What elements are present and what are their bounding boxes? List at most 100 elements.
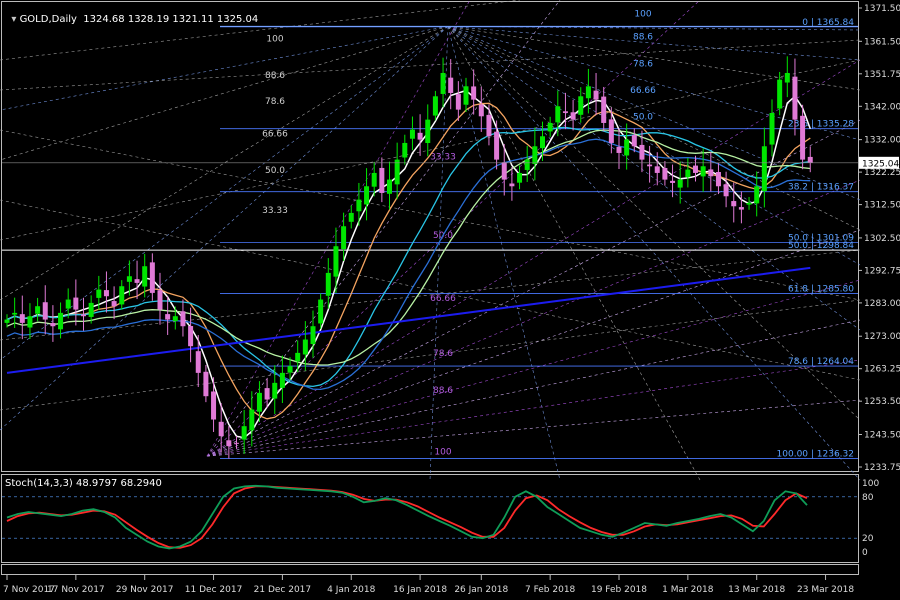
candle-body [585,86,591,99]
candle-body [287,366,293,373]
x-tick-label: 21 Dec 2017 [254,585,312,595]
x-tick-label: 19 Feb 2018 [591,585,647,595]
candle-body [295,352,301,362]
y-tick-label: 1351.75 [864,70,900,80]
candle-body [111,301,117,307]
candle-body [379,167,385,193]
candle-body [769,112,775,145]
fib-label: 88.6 [433,386,453,396]
candle-body [425,119,431,144]
candle-body [279,372,285,388]
fib-label: 66.66 [262,129,288,139]
candle-body [654,166,660,173]
candle-body [463,86,469,105]
candle-body [624,139,630,156]
fib-label: 100 [434,448,451,458]
fib-level-label: 38.2 | 1316.37 [788,183,854,193]
candle-body [693,165,698,173]
candle-body [157,290,163,310]
candle-body [608,119,614,143]
candle-body [616,146,622,153]
candle-body [103,290,109,297]
fib-label: 88.6 [633,33,653,43]
candle-body [501,162,507,180]
candle-body [180,311,186,327]
stoch-label: Stoch(14,3,3) 48.9797 68.2940 [5,478,162,489]
candle-body [800,115,806,160]
candle-body [241,426,247,440]
candle-body [715,172,721,187]
fib-label: 88.6 [265,71,285,81]
candle-body [440,72,446,94]
candle-body [639,144,645,160]
candle-body [234,442,239,444]
candle-body [562,111,568,113]
candle-body [792,76,798,120]
y-tick-label: 1233.75 [864,463,900,473]
candle-body [700,166,706,177]
candle-body [570,112,576,120]
y-tick-label: 1243.50 [864,431,900,441]
candle-body [761,146,767,192]
candle-body [302,339,308,355]
candle-body [807,156,813,163]
candle-body [134,279,140,283]
fib-label: 78.6 [633,59,653,69]
y-tick-label: 1253.50 [864,397,900,407]
candle-body [738,207,744,210]
candle-body [517,172,523,183]
stoch-level-label: 100 [862,479,879,489]
fib-label: 50.0 [265,166,285,176]
candle-body [387,179,392,194]
candle-body [601,96,607,123]
candle-body [409,129,415,139]
x-tick-label: 1 Mar 2018 [662,585,714,595]
candle-body [402,142,408,158]
fib-label: 66.66 [430,294,456,304]
candle-body [218,421,224,437]
candle-body [12,312,18,315]
candle-body [417,132,423,140]
candle-body [532,146,538,164]
x-tick-label: 29 Nov 2017 [116,585,174,595]
candle-body [356,199,362,212]
ohlc-readout: 1324.68 1328.19 1321.11 1325.04 [83,14,259,25]
candle-body [325,272,331,296]
candle-body [58,312,64,330]
candle-body [471,86,477,100]
y-tick-label: 1283.00 [864,299,900,309]
candle-body [27,316,33,328]
y-tick-label: 1263.25 [864,365,900,375]
y-tick-label: 1371.50 [864,4,900,14]
candle-body [394,159,400,185]
candle-body [341,226,347,250]
candle-body [203,371,209,397]
candle-body [455,94,461,110]
candle-body [784,72,790,83]
stoch-level-label: 80 [862,493,874,503]
candle-body [272,382,278,399]
y-tick-label: 1292.75 [864,266,900,276]
candle-body [746,202,752,205]
candle-body [364,186,370,205]
stoch-level-label: 20 [862,534,874,544]
fib-label: 33.33 [262,206,288,216]
chart-header: ▾ GOLD,Daily 1324.68 1328.19 1321.11 132… [11,14,259,25]
candle-body [478,104,484,117]
x-tick-label: 11 Dec 2017 [185,585,243,595]
candle-body [81,314,86,317]
candle-body [662,167,668,180]
candle-body [685,169,691,178]
y-tick-label: 1332.00 [864,136,900,146]
candle-body [142,266,148,287]
stoch-level-label: 0 [862,548,868,558]
candle-body [126,276,132,282]
x-tick-label: 23 Mar 2018 [797,585,854,595]
candle-body [249,409,255,431]
fib-label: 66.66 [630,86,656,96]
y-tick-label: 1312.50 [864,201,900,211]
candle-body [540,136,545,149]
x-tick-label: 17 Nov 2017 [47,585,105,595]
last-price-label: 1325.04 [862,159,899,169]
candle-body [593,90,599,100]
